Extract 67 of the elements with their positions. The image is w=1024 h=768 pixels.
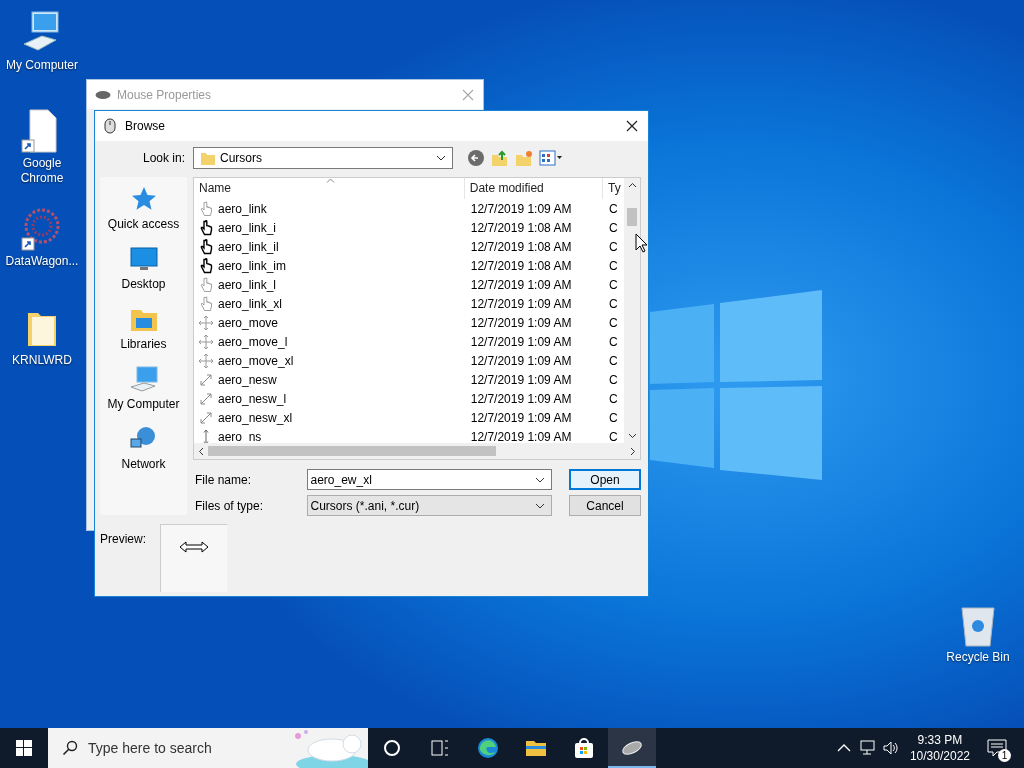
desktop-icon-label[interactable]: DataWagon... [5, 254, 79, 269]
table-cell-text: 12/7/2019 1:08 AM [469, 258, 573, 273]
window-title: Mouse Properties [117, 87, 212, 102]
table-cell-text: 12/7/2019 1:09 AM [469, 429, 573, 443]
table-cell-text: 12/7/2019 1:08 AM [469, 220, 573, 235]
table-cell-text: 12/7/2019 1:09 AM [469, 391, 573, 406]
desktop-icon-label[interactable]: Recycle Bin [946, 650, 1010, 665]
notifications-button[interactable]: 1 [982, 728, 1012, 768]
table-cell-text: 12/7/2019 1:09 AM [469, 410, 573, 425]
file-name[interactable]: aero_link_i [218, 220, 277, 235]
table-cell-text: C [608, 334, 619, 349]
open-button[interactable]: Open [569, 469, 641, 490]
preview-label: Preview: [100, 531, 147, 548]
search-field[interactable]: Type here to search [48, 728, 368, 768]
file-name[interactable]: aero_link [218, 201, 267, 216]
file-name[interactable]: aero_move_l [218, 334, 288, 349]
table-cell-text: C [608, 391, 619, 406]
table-cell-text: 12/7/2019 1:08 AM [469, 239, 573, 254]
place-item[interactable]: Network [100, 425, 187, 485]
table-cell-text: 12/7/2019 1:09 AM [469, 315, 573, 330]
clock[interactable]: 9:33 PM 10/30/2022 [909, 732, 970, 764]
file-name-field[interactable]: aero_ew_xl [306, 469, 552, 490]
table-cell-text: 12/7/2019 1:09 AM [469, 296, 573, 311]
table-cell-text: C [608, 220, 619, 235]
look-in-dropdown[interactable]: Cursors [193, 147, 453, 169]
column-header[interactable]: Ty [603, 178, 624, 199]
file-name[interactable]: aero_nesw_xl [218, 410, 293, 425]
file-type-dropdown[interactable]: Cursors (*.ani, *.cur) [306, 495, 552, 516]
table-cell-text: C [608, 239, 619, 254]
table-cell-text: C [608, 296, 619, 311]
column-header[interactable]: Name [194, 178, 465, 199]
place-item[interactable]: Libraries [100, 305, 187, 365]
table-cell-text: 12/7/2019 1:09 AM [469, 334, 573, 349]
place-item[interactable]: My Computer [100, 365, 187, 425]
file-name-label: File name: [194, 472, 253, 487]
table-cell-text: C [608, 410, 619, 425]
file-name[interactable]: aero_nesw [218, 372, 277, 387]
file-name[interactable]: aero_link_im [218, 258, 287, 273]
file-name[interactable]: aero_nesw_l [218, 391, 287, 406]
file-name[interactable]: aero_ns [218, 429, 262, 443]
column-header[interactable]: Date modified [464, 178, 604, 199]
cancel-button[interactable]: Cancel [569, 495, 641, 516]
table-cell-text: C [608, 429, 619, 443]
table-cell-text: C [608, 201, 619, 216]
window-title: Browse [125, 119, 165, 133]
table-cell-text: C [608, 258, 619, 273]
file-type-label: Files of type: [194, 498, 265, 513]
file-name[interactable]: aero_link_xl [218, 296, 283, 311]
place-item[interactable]: Desktop [100, 245, 187, 305]
file-name[interactable]: aero_link_il [218, 239, 279, 254]
table-cell-text: C [608, 372, 619, 387]
notification-badge: 1 [998, 749, 1011, 762]
desktop-icon-label[interactable]: Google Chrome [5, 156, 79, 186]
table-cell-text: C [608, 277, 619, 292]
place-item[interactable]: Quick access [100, 185, 187, 245]
file-name[interactable]: aero_move_xl [218, 353, 294, 368]
file-name[interactable]: aero_move [218, 315, 279, 330]
desktop-icon-label[interactable]: My Computer [6, 58, 78, 73]
table-cell-text: C [608, 315, 619, 330]
table-cell-text: 12/7/2019 1:09 AM [469, 201, 573, 216]
table-cell-text: C [608, 353, 619, 368]
table-cell-text: 12/7/2019 1:09 AM [469, 353, 573, 368]
desktop-icon-label[interactable]: KRNLWRD [12, 353, 72, 368]
look-in-label: Look in: [141, 151, 186, 165]
file-name[interactable]: aero_link_l [218, 277, 277, 292]
table-cell-text: 12/7/2019 1:09 AM [469, 372, 573, 387]
table-cell-text: 12/7/2019 1:09 AM [469, 277, 573, 292]
